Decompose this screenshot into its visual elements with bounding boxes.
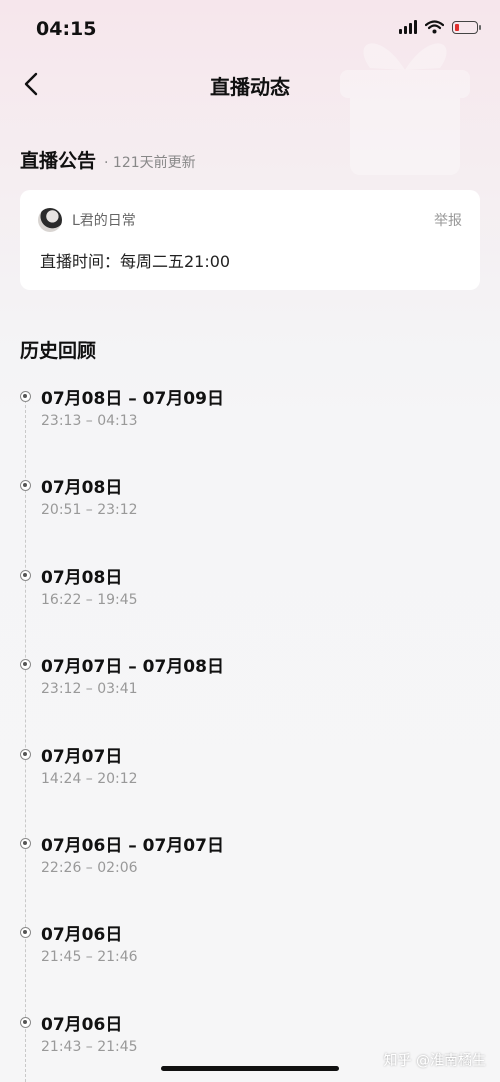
report-button[interactable]: 举报 bbox=[434, 210, 462, 230]
status-icons bbox=[399, 20, 481, 34]
announcement-title: 直播公告 bbox=[20, 150, 97, 172]
timeline-dot-icon bbox=[20, 748, 31, 760]
entry-date: 07月08日 – 07月09日 bbox=[41, 389, 224, 409]
history-title: 历史回顾 bbox=[20, 340, 97, 362]
entry-date: 07月08日 bbox=[41, 567, 123, 588]
timeline-dot-icon bbox=[20, 659, 31, 671]
history-entry[interactable]: 07月08日 20:51 – 23:12 bbox=[20, 473, 460, 543]
history-entry[interactable]: 07月07日 – 07月08日 23:12 – 03:41 bbox=[20, 652, 460, 722]
entry-time: 16:22 – 19:45 bbox=[41, 591, 138, 608]
avatar[interactable] bbox=[38, 208, 62, 232]
announcement-updated: · 121天前更新 bbox=[104, 155, 196, 171]
status-bar: 04:15 bbox=[0, 0, 500, 58]
entry-time: 14:24 – 20:12 bbox=[41, 770, 138, 787]
timeline-dot-icon bbox=[20, 838, 31, 849]
entry-time: 21:43 – 21:45 bbox=[41, 1038, 138, 1055]
entry-date: 07月06日 – 07月07日 bbox=[41, 836, 224, 856]
announcement-header: 直播公告 · 121天前更新 bbox=[20, 146, 196, 173]
signal-icon bbox=[399, 20, 417, 34]
timeline-dot-icon bbox=[20, 927, 31, 939]
watermark: 知乎 @淮南橘生 bbox=[383, 1053, 486, 1069]
timeline-dot-icon bbox=[20, 569, 31, 581]
history-entry[interactable]: 07月07日 14:24 – 20:12 bbox=[20, 742, 460, 812]
history-entry[interactable]: 07月06日 – 07月07日 22:26 – 02:06 bbox=[20, 831, 460, 901]
home-indicator bbox=[161, 1066, 339, 1071]
announcement-content: 直播时间：每周二五21:00 bbox=[40, 252, 231, 271]
wifi-icon bbox=[425, 20, 444, 34]
entry-date: 07月07日 bbox=[41, 746, 123, 767]
entry-date: 07月08日 bbox=[41, 478, 123, 499]
entry-date: 07月06日 bbox=[41, 1014, 123, 1035]
history-entry[interactable]: 07月08日 – 07月09日 23:13 – 04:13 bbox=[20, 384, 460, 454]
history-entry[interactable]: 07月08日 16:22 – 19:45 bbox=[20, 563, 460, 633]
entry-time: 22:26 – 02:06 bbox=[41, 860, 138, 876]
page-title: 直播动态 bbox=[210, 75, 290, 99]
entry-time: 23:12 – 03:41 bbox=[41, 681, 138, 698]
timeline-dot-icon bbox=[20, 480, 31, 492]
author-name[interactable]: L君的日常 bbox=[72, 210, 136, 230]
entry-time: 21:45 – 21:46 bbox=[41, 949, 138, 966]
timeline-dot-icon bbox=[20, 391, 31, 402]
entry-time: 20:51 – 23:12 bbox=[41, 502, 138, 519]
entry-date: 07月06日 bbox=[41, 925, 123, 946]
entry-time: 23:13 – 04:13 bbox=[41, 413, 138, 429]
battery-icon bbox=[452, 20, 481, 34]
navigation-bar: 直播动态 bbox=[0, 62, 500, 108]
battery-level bbox=[455, 23, 459, 31]
timeline-dot-icon bbox=[20, 1016, 31, 1028]
announcement-card: L君的日常 举报 直播时间：每周二五21:00 bbox=[20, 190, 480, 290]
entry-date: 07月07日 – 07月08日 bbox=[41, 657, 224, 678]
history-entry[interactable]: 07月06日 21:45 – 21:46 bbox=[20, 920, 460, 990]
status-time: 04:15 bbox=[36, 18, 97, 40]
